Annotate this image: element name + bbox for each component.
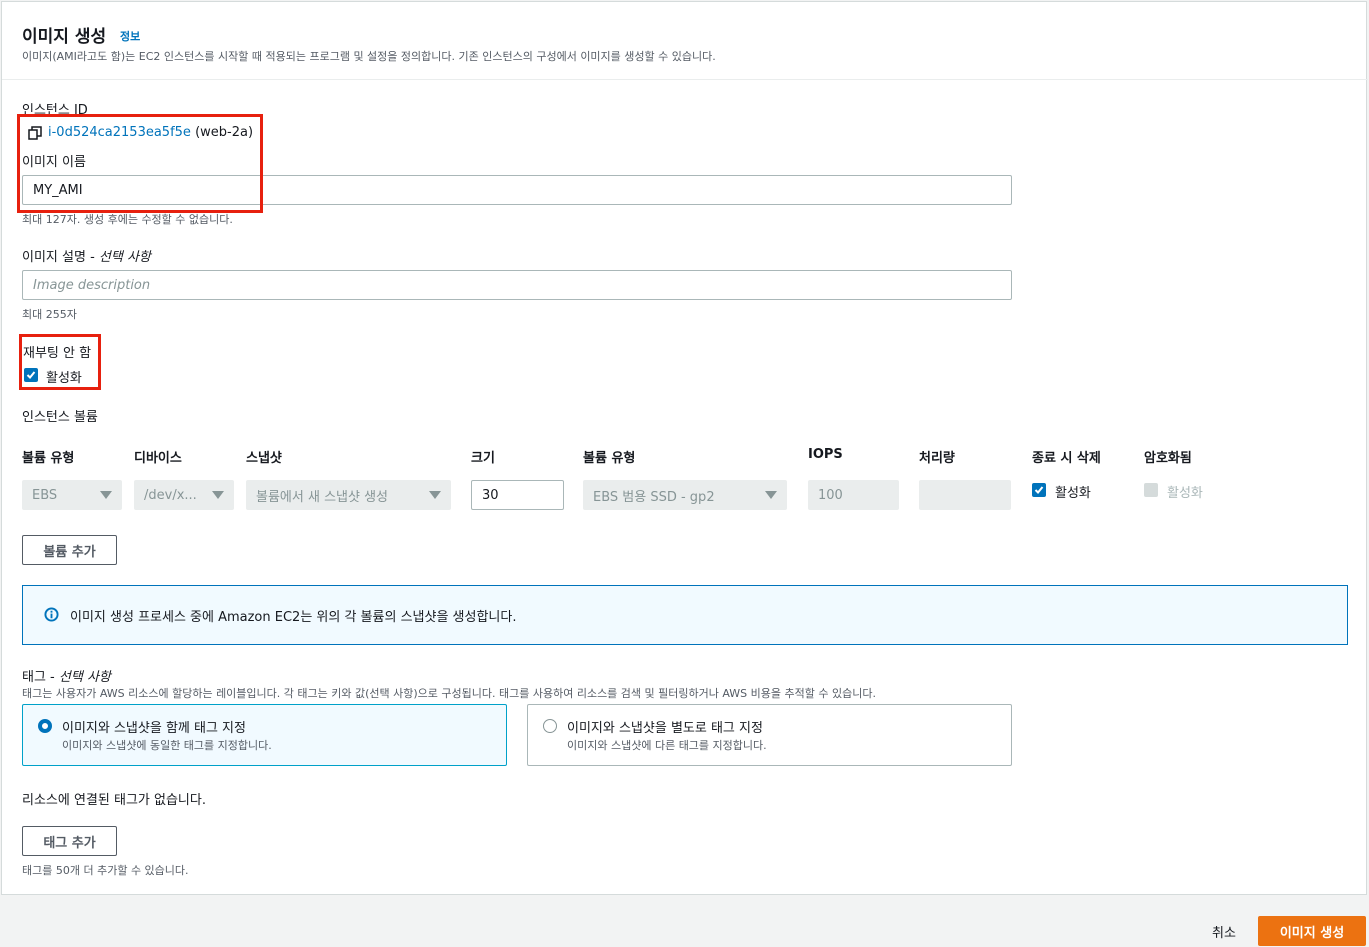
col-throughput: 처리량 (919, 451, 955, 466)
tag-together-desc: 이미지와 스냅샷에 동일한 태그를 지정합니다. (62, 739, 272, 752)
col-iops: IOPS (808, 447, 843, 462)
image-name-hint: 최대 127자. 생성 후에는 수정할 수 없습니다. (22, 213, 233, 226)
highlight-box-no-reboot (19, 334, 101, 390)
encrypted-label: 활성화 (1167, 486, 1203, 501)
throughput-input (919, 480, 1011, 510)
snapshot-select[interactable]: 볼륨에서 새 스냅샷 생성 (246, 480, 451, 510)
highlight-box-instance (17, 114, 263, 213)
encrypted-checkbox (1144, 483, 1158, 497)
info-link[interactable]: 정보 (120, 28, 140, 44)
image-desc-hint: 최대 255자 (22, 308, 77, 321)
alert-text: 이미지 생성 프로세스 중에 Amazon EC2는 위의 각 볼륨의 스냅샷을… (70, 610, 517, 625)
image-desc-optional: 선택 사항 (98, 250, 151, 265)
tag-limit-hint: 태그를 50개 더 추가할 수 있습니다. (22, 864, 189, 877)
iops-input: 100 (808, 480, 899, 510)
col-ebs-type: 볼륨 유형 (583, 451, 636, 466)
col-snapshot: 스냅샷 (246, 451, 282, 466)
create-image-button[interactable]: 이미지 생성 (1258, 916, 1366, 946)
tag-together-option[interactable]: 이미지와 스냅샷을 함께 태그 지정 이미지와 스냅샷에 동일한 태그를 지정합… (22, 704, 507, 766)
dropdown-arrow-icon (765, 491, 777, 499)
tags-description: 태그는 사용자가 AWS 리소스에 할당하는 레이블입니다. 각 태그는 키와 … (22, 687, 876, 700)
col-size: 크기 (471, 451, 495, 466)
volume-size-input[interactable]: 30 (471, 480, 564, 510)
volumes-section-label: 인스턴스 볼륨 (22, 410, 98, 425)
page-description: 이미지(AMI라고도 함)는 EC2 인스턴스를 시작할 때 적용되는 프로그램… (22, 50, 716, 63)
header-divider (2, 79, 1368, 80)
dropdown-arrow-icon (212, 491, 224, 499)
no-tags-text: 리소스에 연결된 태그가 없습니다. (22, 793, 206, 808)
image-description-input[interactable]: Image description (22, 270, 1012, 300)
create-image-panel: 이미지 생성 정보 이미지(AMI라고도 함)는 EC2 인스턴스를 시작할 때… (1, 1, 1368, 895)
delete-on-termination-checkbox[interactable] (1032, 483, 1046, 497)
tag-separately-desc: 이미지와 스냅샷에 다른 태그를 지정합니다. (567, 739, 767, 752)
col-volume-type: 볼륨 유형 (22, 451, 75, 466)
tag-separately-title: 이미지와 스냅샷을 별도로 태그 지정 (567, 721, 763, 736)
snapshot-value: 볼륨에서 새 스냅샷 생성 (256, 489, 388, 505)
tag-separately-option[interactable]: 이미지와 스냅샷을 별도로 태그 지정 이미지와 스냅샷에 다른 태그를 지정합… (527, 704, 1012, 766)
tag-separately-radio[interactable] (543, 719, 557, 733)
ebs-type-value: EBS 범용 SSD - gp2 (593, 489, 715, 505)
volume-type-value: EBS (32, 487, 58, 503)
col-delete-on-termination: 종료 시 삭제 (1032, 451, 1101, 466)
device-value: /dev/x... (144, 487, 197, 503)
col-encrypted: 암호화됨 (1144, 451, 1192, 466)
info-icon (44, 607, 59, 626)
cancel-button[interactable]: 취소 (1212, 922, 1236, 941)
tags-optional: 선택 사항 (58, 670, 111, 685)
tag-together-title: 이미지와 스냅샷을 함께 태그 지정 (62, 721, 246, 736)
dropdown-arrow-icon (100, 491, 112, 499)
add-volume-button[interactable]: 볼륨 추가 (22, 535, 117, 565)
delete-on-termination-label: 활성화 (1055, 486, 1091, 501)
tags-label: 태그 - (22, 670, 55, 685)
image-desc-label: 이미지 설명 - (22, 250, 95, 265)
add-tag-button[interactable]: 태그 추가 (22, 826, 117, 856)
page-title: 이미지 생성 (22, 27, 107, 47)
ebs-type-select[interactable]: EBS 범용 SSD - gp2 (583, 480, 787, 510)
iops-value: 100 (818, 487, 843, 503)
dropdown-arrow-icon (429, 491, 441, 499)
col-device: 디바이스 (134, 451, 182, 466)
device-select[interactable]: /dev/x... (134, 480, 234, 510)
tag-together-radio[interactable] (38, 719, 52, 733)
checkmark-icon (1034, 486, 1044, 494)
volume-type-select[interactable]: EBS (22, 480, 122, 510)
